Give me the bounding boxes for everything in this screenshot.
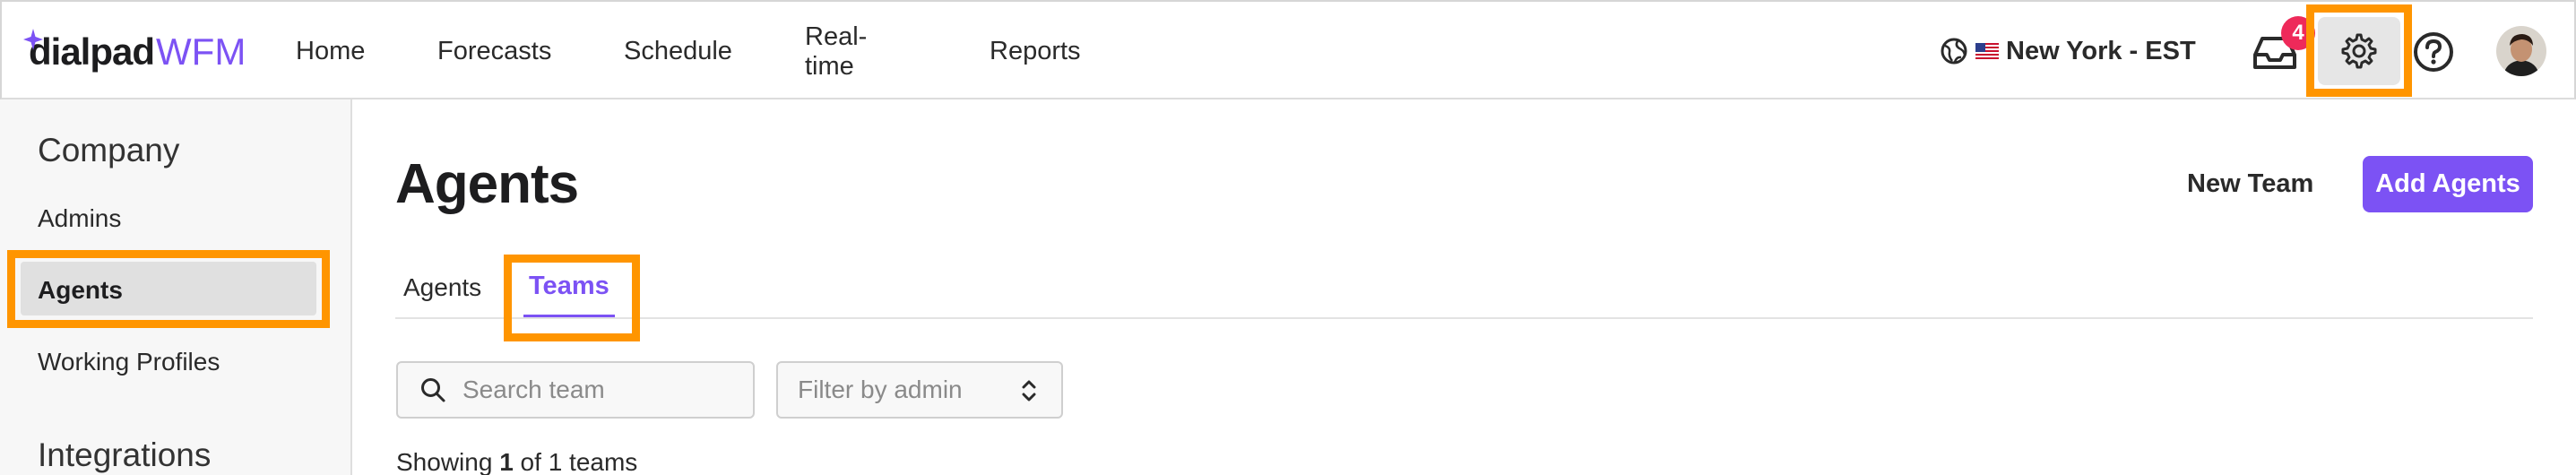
nav-home[interactable]: Home bbox=[296, 37, 365, 66]
sidebar-agents-highlight bbox=[7, 250, 330, 328]
filter-placeholder: Filter by admin bbox=[798, 376, 963, 403]
sidebar-section-integrations: Integrations bbox=[38, 436, 212, 473]
nav-reports[interactable]: Reports bbox=[990, 37, 1081, 66]
help-icon[interactable] bbox=[2412, 30, 2455, 73]
sparkle-icon bbox=[23, 29, 43, 50]
page-title: Agents bbox=[395, 153, 579, 215]
showing-prefix: Showing bbox=[396, 448, 493, 475]
search-placeholder: Search team bbox=[462, 376, 605, 403]
settings-highlight bbox=[2306, 4, 2412, 97]
showing-middle: of bbox=[520, 448, 541, 475]
showing-suffix: teams bbox=[569, 448, 638, 475]
avatar-photo bbox=[2496, 26, 2546, 76]
top-bar: dialpad WFM Home Forecasts Schedule Real… bbox=[0, 0, 2576, 99]
sidebar-item-working-profiles[interactable]: Working Profiles bbox=[38, 348, 220, 376]
chevron-up-down-icon bbox=[1022, 380, 1036, 402]
globe-icon bbox=[1941, 38, 1967, 65]
new-team-button[interactable]: New Team bbox=[2187, 166, 2313, 202]
add-agents-button[interactable]: Add Agents bbox=[2363, 156, 2533, 212]
teams-tab-highlight bbox=[504, 255, 640, 341]
timezone-label: New York - EST bbox=[2006, 36, 2196, 65]
dialpad-wfm-logo[interactable]: dialpad WFM bbox=[22, 29, 246, 75]
tab-agents[interactable]: Agents bbox=[403, 273, 481, 302]
showing-count: 1 bbox=[499, 448, 514, 475]
sidebar-section-company: Company bbox=[38, 132, 180, 168]
nav-forecasts[interactable]: Forecasts bbox=[437, 37, 551, 66]
results-count: Showing 1 of 1 teams bbox=[396, 448, 637, 475]
sidebar-item-admins[interactable]: Admins bbox=[38, 204, 121, 233]
search-team-input[interactable]: Search team bbox=[396, 361, 755, 419]
us-flag-icon bbox=[1975, 43, 1999, 59]
showing-total: 1 bbox=[548, 448, 563, 475]
filter-by-admin-select[interactable]: Filter by admin bbox=[776, 361, 1063, 419]
nav-real-time[interactable]: Real-time bbox=[805, 22, 867, 82]
timezone-selector[interactable]: New York - EST bbox=[1940, 31, 2196, 71]
tabs-divider bbox=[395, 317, 2533, 319]
user-avatar[interactable] bbox=[2496, 26, 2546, 76]
search-icon bbox=[421, 378, 445, 402]
logo-product-text: WFM bbox=[156, 30, 246, 73]
nav-schedule[interactable]: Schedule bbox=[624, 37, 732, 66]
